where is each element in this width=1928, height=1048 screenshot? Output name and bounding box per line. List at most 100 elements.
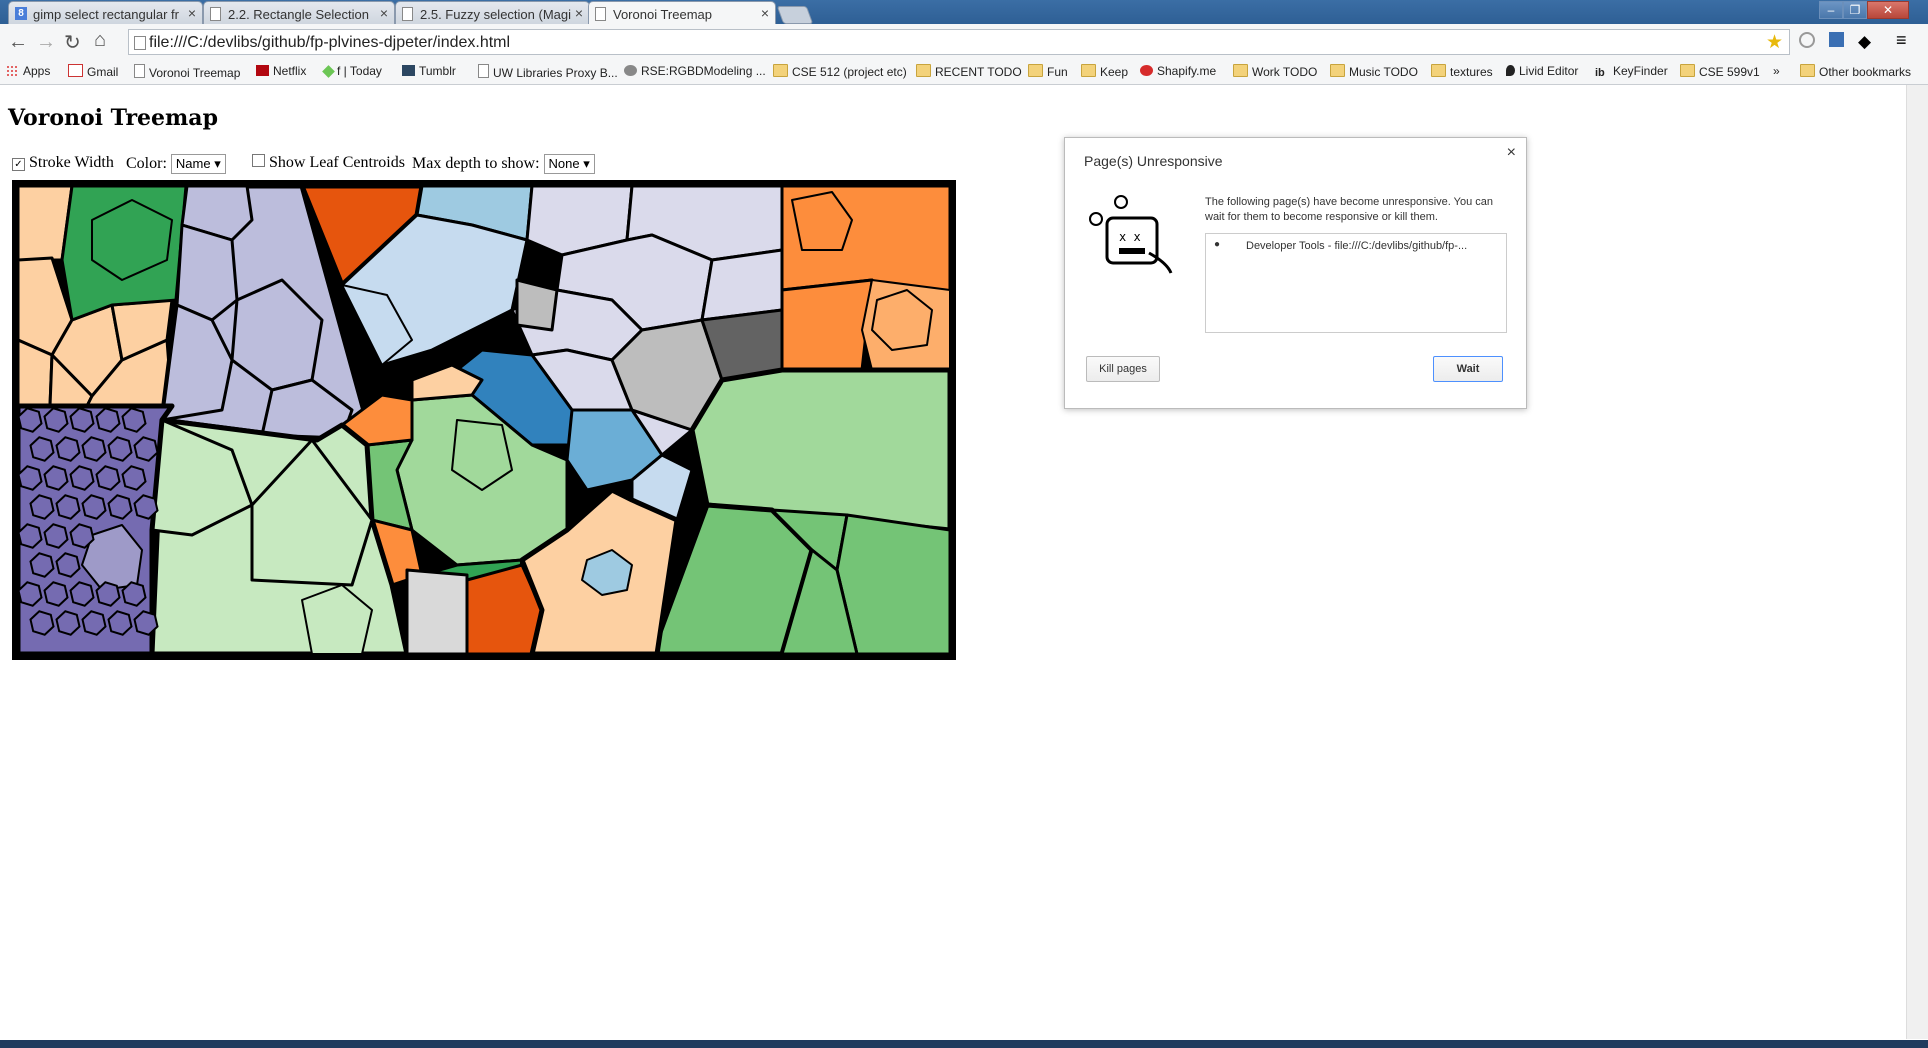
- voronoi-treemap[interactable]: [12, 180, 956, 660]
- site-icon: [624, 65, 637, 76]
- bookmark-apps[interactable]: Apps: [6, 64, 50, 78]
- close-icon[interactable]: ×: [761, 5, 769, 21]
- page-content: Voronoi Treemap ✓ Stroke Width Color: Nam…: [0, 85, 1906, 1039]
- minimize-button[interactable]: –: [1819, 1, 1843, 19]
- max-depth-select[interactable]: None ▾: [543, 154, 595, 174]
- livid-icon: [1506, 65, 1515, 76]
- bullet-icon: ●: [1214, 239, 1221, 250]
- folder-icon: [1800, 64, 1815, 77]
- color-control: Color: Name ▾: [126, 154, 226, 174]
- browser-toolbar: ← → ↻ ⌂ file:///C:/devlibs/github/fp-plv…: [0, 24, 1928, 60]
- apps-grid-icon: [6, 65, 19, 76]
- bookmark-gmail[interactable]: Gmail: [68, 64, 118, 79]
- page-icon: [134, 36, 146, 50]
- tab-voronoi-treemap[interactable]: Voronoi Treemap ×: [588, 1, 776, 24]
- bookmark-recent-todo[interactable]: RECENT TODO: [916, 64, 1022, 79]
- bookmark-star-icon[interactable]: ★: [1766, 31, 1783, 54]
- extension-puzzle-icon[interactable]: [1829, 32, 1844, 47]
- show-centroids-checkbox[interactable]: [252, 154, 265, 167]
- bookmark-music-todo[interactable]: Music TODO: [1330, 64, 1418, 79]
- netflix-icon: [256, 65, 269, 76]
- tab-title: 2.2. Rectangle Selection: [228, 7, 369, 22]
- treemap-cell[interactable]: [780, 278, 874, 372]
- address-url[interactable]: file:///C:/devlibs/github/fp-plvines-djp…: [149, 34, 510, 52]
- bookmark-netflix[interactable]: Netflix: [256, 64, 306, 78]
- extension-circle-icon[interactable]: [1799, 32, 1815, 48]
- stroke-width-label: Stroke Width: [29, 154, 114, 171]
- tumblr-icon: [402, 65, 415, 76]
- show-centroids-control[interactable]: Show Leaf Centroids: [252, 154, 405, 172]
- tab-title: gimp select rectangular fr: [33, 7, 179, 22]
- page-icon: [595, 7, 606, 21]
- bookmarks-overflow-chevron[interactable]: »: [1773, 64, 1780, 78]
- back-arrow-icon[interactable]: ←: [8, 31, 28, 54]
- page-title: Voronoi Treemap: [8, 105, 218, 131]
- max-depth-label: Max depth to show:: [412, 155, 540, 172]
- menu-icon[interactable]: ≡: [1896, 30, 1914, 50]
- bookmark-other-bookmarks[interactable]: Other bookmarks: [1800, 64, 1911, 79]
- tab-gimp[interactable]: 8 gimp select rectangular fr ×: [8, 1, 203, 24]
- bookmark-uw-libraries[interactable]: UW Libraries Proxy B...: [478, 64, 618, 80]
- bookmark-keyfinder[interactable]: ib KeyFinder: [1595, 64, 1668, 79]
- bookmark-shapify[interactable]: Shapify.me: [1140, 64, 1216, 78]
- show-centroids-label: Show Leaf Centroids: [269, 154, 405, 171]
- unresponsive-dialog: Page(s) Unresponsive × x x The following…: [1064, 137, 1527, 409]
- tab-fuzzy-selection[interactable]: 2.5. Fuzzy selection (Magi ×: [395, 1, 590, 24]
- unresponsive-pages-list[interactable]: ● Developer Tools - file:///C:/devlibs/g…: [1205, 233, 1507, 333]
- tab-rectangle-selection[interactable]: 2.2. Rectangle Selection ×: [203, 1, 395, 24]
- gmail-icon: [68, 64, 83, 77]
- treemap-cell[interactable]: [175, 223, 239, 322]
- folder-icon: [1330, 64, 1345, 77]
- wait-button[interactable]: Wait: [1433, 356, 1503, 382]
- folder-icon: [1431, 64, 1446, 77]
- new-tab-button[interactable]: [776, 6, 814, 24]
- bookmark-livid-editor[interactable]: Livid Editor: [1506, 64, 1578, 78]
- folder-icon: [773, 64, 788, 77]
- bookmark-cse512[interactable]: CSE 512 (project etc): [773, 64, 907, 79]
- bookmark-voronoi-treemap[interactable]: Voronoi Treemap: [134, 64, 240, 80]
- os-taskbar: [0, 1040, 1928, 1048]
- bookmark-textures[interactable]: textures: [1431, 64, 1493, 79]
- reload-icon[interactable]: ↻: [64, 30, 81, 55]
- forward-arrow-icon[interactable]: →: [36, 31, 56, 54]
- treemap-cell[interactable]: [835, 513, 952, 656]
- color-select[interactable]: Name ▾: [170, 154, 226, 174]
- treemap-cell[interactable]: [515, 278, 559, 332]
- maximize-button[interactable]: ❐: [1843, 1, 1867, 19]
- bookmark-rse[interactable]: RSE:RGBDModeling ...: [624, 64, 766, 78]
- bookmarks-bar: Apps Gmail Voronoi Treemap Netflix f | T…: [0, 60, 1928, 85]
- bookmark-tumblr[interactable]: Tumblr: [402, 64, 456, 78]
- home-icon[interactable]: ⌂: [94, 29, 106, 52]
- page-icon: [210, 7, 221, 21]
- extension-diamond-icon[interactable]: ◆: [1858, 32, 1876, 51]
- address-bar[interactable]: file:///C:/devlibs/github/fp-plvines-djp…: [128, 29, 1790, 55]
- close-icon[interactable]: ×: [1507, 144, 1516, 162]
- close-icon[interactable]: ×: [380, 5, 388, 21]
- keyfinder-icon: ib: [1595, 67, 1605, 79]
- bookmark-work-todo[interactable]: Work TODO: [1233, 64, 1317, 79]
- bookmark-feedly[interactable]: f | Today: [322, 64, 382, 78]
- treemap-cell[interactable]: [700, 248, 784, 322]
- treemap-cell[interactable]: [405, 568, 469, 656]
- feedly-icon: [322, 65, 335, 78]
- folder-icon: [1680, 64, 1695, 77]
- google-icon: 8: [15, 7, 27, 20]
- stroke-width-control[interactable]: ✓ Stroke Width: [12, 154, 114, 172]
- tab-title: 2.5. Fuzzy selection (Magi: [420, 7, 572, 22]
- folder-icon: [1028, 64, 1043, 77]
- svg-text:x x: x x: [1119, 230, 1141, 244]
- color-label: Color:: [126, 155, 167, 172]
- stroke-width-checkbox[interactable]: ✓: [12, 158, 25, 171]
- close-icon[interactable]: ×: [188, 5, 196, 21]
- dialog-title: Page(s) Unresponsive: [1084, 153, 1223, 169]
- bookmark-cse599[interactable]: CSE 599v1: [1680, 64, 1760, 79]
- page-icon: [134, 64, 145, 78]
- list-item: Developer Tools - file:///C:/devlibs/git…: [1246, 240, 1468, 252]
- page-scrollbar[interactable]: [1906, 85, 1928, 1039]
- kill-pages-button[interactable]: Kill pages: [1086, 356, 1160, 382]
- bookmark-fun[interactable]: Fun: [1028, 64, 1068, 79]
- bookmark-keep[interactable]: Keep: [1081, 64, 1128, 79]
- shapify-icon: [1140, 65, 1153, 76]
- close-icon[interactable]: ×: [575, 5, 583, 21]
- window-close-button[interactable]: ✕: [1867, 1, 1909, 19]
